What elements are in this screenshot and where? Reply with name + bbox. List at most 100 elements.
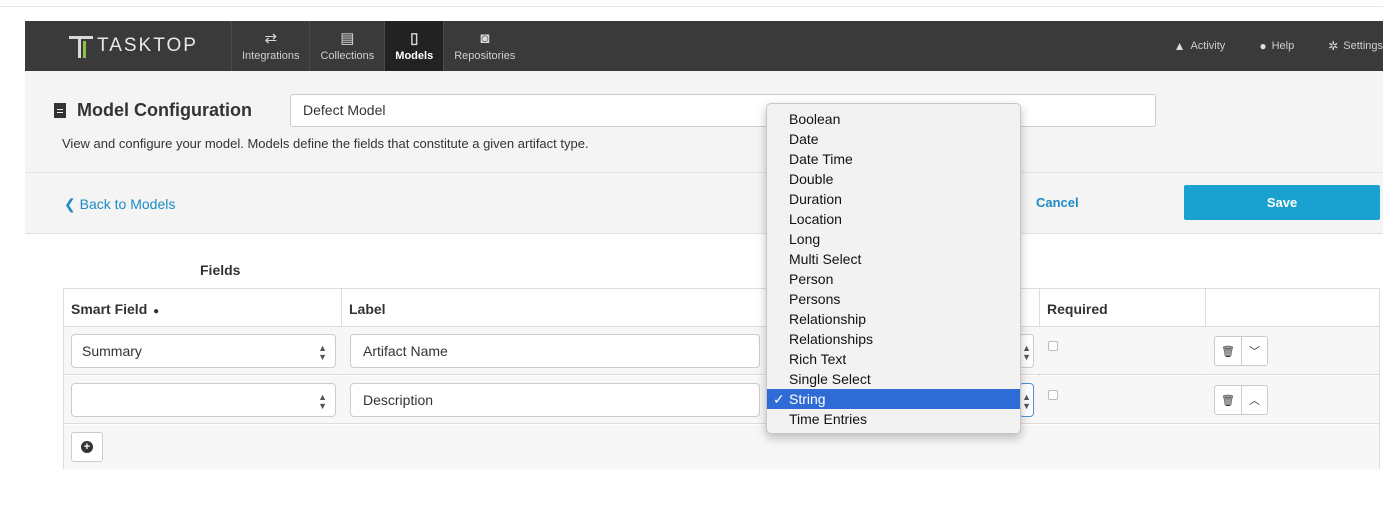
dropdown-option-label: Rich Text (789, 351, 847, 367)
window-top-strip (0, 0, 1383, 7)
tab-label: Models (395, 49, 434, 62)
table-header: Smart Field ● Label Required (64, 289, 1379, 327)
dropdown-option-label: Double (789, 171, 834, 187)
back-label: Back to Models (79, 196, 176, 212)
page-header: Model Configuration Defect Model View an… (25, 71, 1383, 173)
tab-integrations[interactable]: ⇄ Integrations (231, 21, 309, 71)
label-input[interactable]: Artifact Name (350, 334, 760, 368)
label-input[interactable]: Description (350, 383, 760, 417)
dropdown-option[interactable]: Person (767, 269, 1020, 289)
plus-circle-icon: + (81, 441, 93, 453)
dropdown-option[interactable]: Location (767, 209, 1020, 229)
dropdown-option-label: Multi Select (789, 251, 862, 267)
select-arrows-icon: ▲ ▼ (318, 392, 327, 411)
dropdown-option-label: Time Entries (789, 411, 868, 427)
model-name-input[interactable]: Defect Model (290, 94, 1156, 127)
dropdown-option-label: Relationship (789, 311, 867, 327)
fields-table: Smart Field ● Label Required Summary ▲ ▼ … (63, 288, 1380, 469)
question-circle-icon: ● (1259, 39, 1267, 53)
dropdown-option[interactable]: Duration (767, 189, 1020, 209)
dropdown-option-label: Long (789, 231, 821, 247)
tab-label: Collections (320, 49, 375, 62)
smart-field-header-label: Smart Field (71, 301, 148, 317)
select-arrows-icon: ▲ ▼ (1022, 343, 1031, 362)
trash-icon[interactable]: 🗑 (1215, 386, 1241, 414)
dropdown-option-label: Boolean (789, 111, 841, 127)
dropdown-option[interactable]: Single Select (767, 369, 1020, 389)
dropdown-option-label: Date Time (789, 151, 853, 167)
dropdown-option[interactable]: Relationships (767, 329, 1020, 349)
save-button[interactable]: Save (1184, 185, 1380, 220)
logo-text: TASKTOP (97, 35, 198, 56)
help-label: Help (1271, 40, 1295, 52)
select-arrows-icon: ▲ ▼ (318, 343, 327, 362)
row-actions: 🗑 ﹀ (1214, 336, 1268, 366)
field-type-dropdown: Boolean Date Date Time Double Duration Locati… (766, 103, 1021, 434)
tab-collections[interactable]: ▤ Collections (309, 21, 384, 71)
add-field-button[interactable]: + (71, 432, 103, 462)
dropdown-option[interactable]: Relationship (767, 309, 1020, 329)
dropdown-option[interactable]: Persons (767, 289, 1020, 309)
chevron-up-icon[interactable]: ︿ (1241, 386, 1267, 414)
settings-link[interactable]: ✲ Settings (1328, 39, 1383, 53)
top-navbar: TASKTOP ⇄ Integrations ▤ Collections ▯ M… (25, 21, 1383, 71)
dropdown-option[interactable]: Rich Text (767, 349, 1020, 369)
trash-icon[interactable]: 🗑 (1215, 337, 1241, 365)
fields-title: Fields (200, 262, 241, 278)
select-arrows-icon: ▲ ▼ (1022, 392, 1031, 411)
tasktop-logo-icon (69, 32, 95, 60)
required-checkbox[interactable] (1048, 390, 1058, 400)
tab-repositories[interactable]: ◙ Repositories (443, 21, 525, 71)
question-circle-icon[interactable]: ● (153, 306, 159, 317)
dropdown-option[interactable]: Multi Select (767, 249, 1020, 269)
smart-field-value: Summary (82, 343, 142, 359)
smart-field-select[interactable]: ▲ ▼ (71, 383, 336, 417)
dropdown-option-label: Relationships (789, 331, 874, 347)
dropdown-option[interactable]: Date (767, 129, 1020, 149)
back-to-models-link[interactable]: ❮ Back to Models (64, 196, 175, 213)
page-title-text: Model Configuration (77, 100, 252, 120)
table-row: ▲ ▼ Description ▲ ▼ 🗑 ︿ (64, 376, 1379, 424)
dropdown-option-label: Location (789, 211, 842, 227)
checkmark-icon: ✓ (773, 391, 785, 407)
nav-tabs: ⇄ Integrations ▤ Collections ▯ Models ◙ … (231, 21, 525, 71)
document-icon: ▯ (410, 29, 419, 47)
dropdown-option-label: Date (789, 131, 819, 147)
tab-label: Repositories (454, 49, 516, 62)
document-icon (54, 103, 66, 118)
dropdown-option-label: Persons (789, 291, 841, 307)
activity-label: Activity (1190, 40, 1226, 52)
exchange-icon: ⇄ (264, 29, 278, 47)
field-type-select[interactable]: ▲ ▼ (1019, 383, 1034, 417)
table-footer: + (64, 425, 1379, 469)
chevron-down-icon[interactable]: ﹀ (1241, 337, 1267, 365)
help-link[interactable]: ● Help (1259, 39, 1294, 53)
dropdown-option[interactable]: Double (767, 169, 1020, 189)
dropdown-option-label: String (789, 391, 826, 407)
tasktop-logo[interactable]: TASKTOP (69, 21, 198, 71)
tab-label: Integrations (242, 49, 300, 62)
activity-link[interactable]: ▲ Activity (1174, 39, 1226, 53)
field-type-select[interactable]: ▲ ▼ (1019, 334, 1034, 368)
dropdown-option-label: Single Select (789, 371, 871, 387)
database-icon: ◙ (480, 29, 490, 47)
required-header: Required (1047, 301, 1108, 317)
row-actions: 🗑 ︿ (1214, 385, 1268, 415)
archive-icon: ▤ (340, 29, 355, 47)
settings-label: Settings (1343, 40, 1383, 52)
bell-icon: ▲ (1173, 39, 1186, 53)
required-checkbox[interactable] (1048, 341, 1058, 351)
dropdown-option[interactable]: ✓ String (767, 389, 1020, 409)
smart-field-header: Smart Field ● (71, 301, 159, 317)
dropdown-option[interactable]: Time Entries (767, 409, 1020, 429)
dropdown-option[interactable]: Long (767, 229, 1020, 249)
action-bar: ❮ Back to Models Cancel Save (25, 173, 1383, 234)
table-row: Summary ▲ ▼ Artifact Name ▲ ▼ 🗑 ﹀ (64, 327, 1379, 375)
tab-models[interactable]: ▯ Models (384, 21, 444, 71)
dropdown-option[interactable]: Date Time (767, 149, 1020, 169)
smart-field-select[interactable]: Summary ▲ ▼ (71, 334, 336, 368)
page-title: Model Configuration (54, 100, 252, 121)
nav-utilities: ▲ Activity ● Help ✲ Settings (1140, 21, 1383, 71)
dropdown-option[interactable]: Boolean (767, 109, 1020, 129)
cancel-button[interactable]: Cancel (1036, 195, 1079, 210)
